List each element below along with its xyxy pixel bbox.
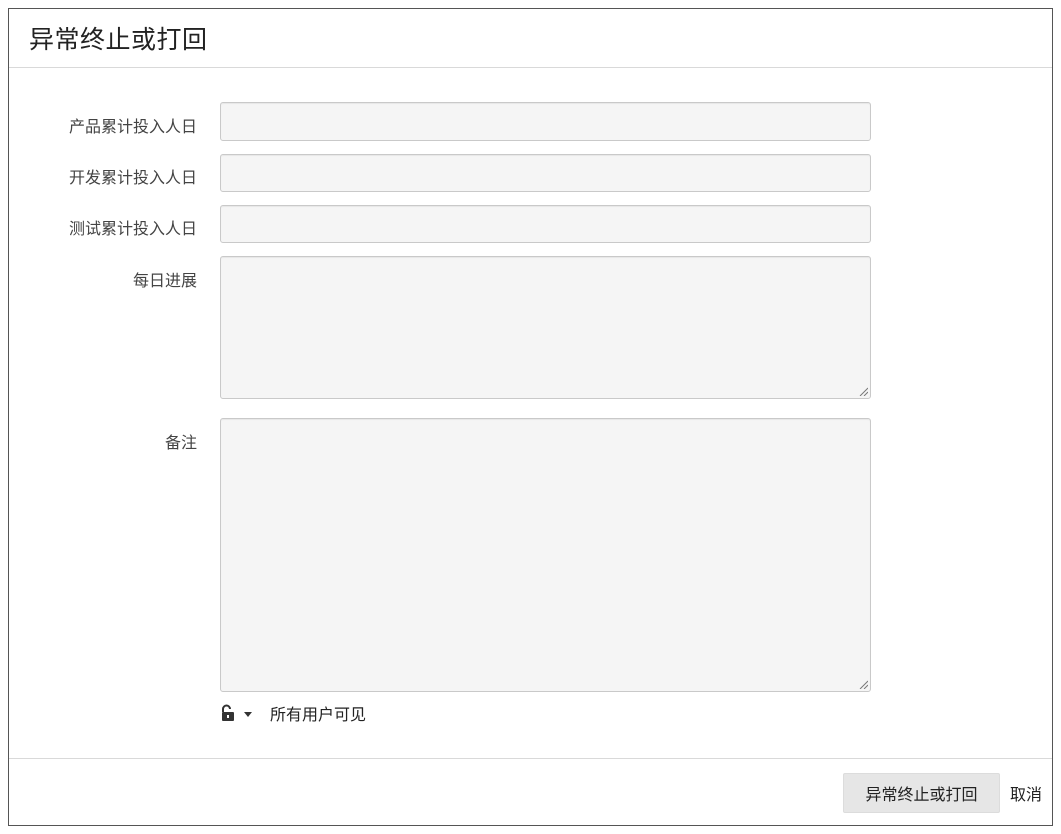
product-effort-label: 产品累计投入人日 xyxy=(68,117,197,136)
cancel-button[interactable]: 取消 xyxy=(1010,773,1042,813)
product-effort-input[interactable] xyxy=(220,102,871,141)
dialog-title: 异常终止或打回 xyxy=(29,25,208,54)
abort-submit-button[interactable]: 异常终止或打回 xyxy=(843,773,1000,813)
remarks-textarea[interactable] xyxy=(220,418,871,692)
daily-progress-label: 每日进展 xyxy=(132,271,197,290)
test-effort-label: 测试累计投入人日 xyxy=(68,219,197,238)
test-effort-input[interactable] xyxy=(220,205,871,243)
abort-dialog: 异常终止或打回 产品累计投入人日 开发累计投入人日 测试累计投入人日 每日进展 … xyxy=(8,8,1053,826)
resize-grip-icon[interactable] xyxy=(858,679,868,689)
chevron-down-icon[interactable] xyxy=(244,711,252,717)
unlock-icon[interactable] xyxy=(220,704,236,722)
dev-effort-input[interactable] xyxy=(220,154,871,192)
resize-grip-icon[interactable] xyxy=(858,386,868,396)
visibility-selector[interactable]: 所有用户可见 xyxy=(220,701,366,725)
dev-effort-label: 开发累计投入人日 xyxy=(68,168,197,187)
dialog-header: 异常终止或打回 xyxy=(9,9,1052,68)
dialog-footer: 异常终止或打回 取消 xyxy=(9,758,1052,825)
visibility-label: 所有用户可见 xyxy=(270,705,367,724)
daily-progress-textarea[interactable] xyxy=(220,256,871,399)
remarks-label: 备注 xyxy=(164,433,197,452)
